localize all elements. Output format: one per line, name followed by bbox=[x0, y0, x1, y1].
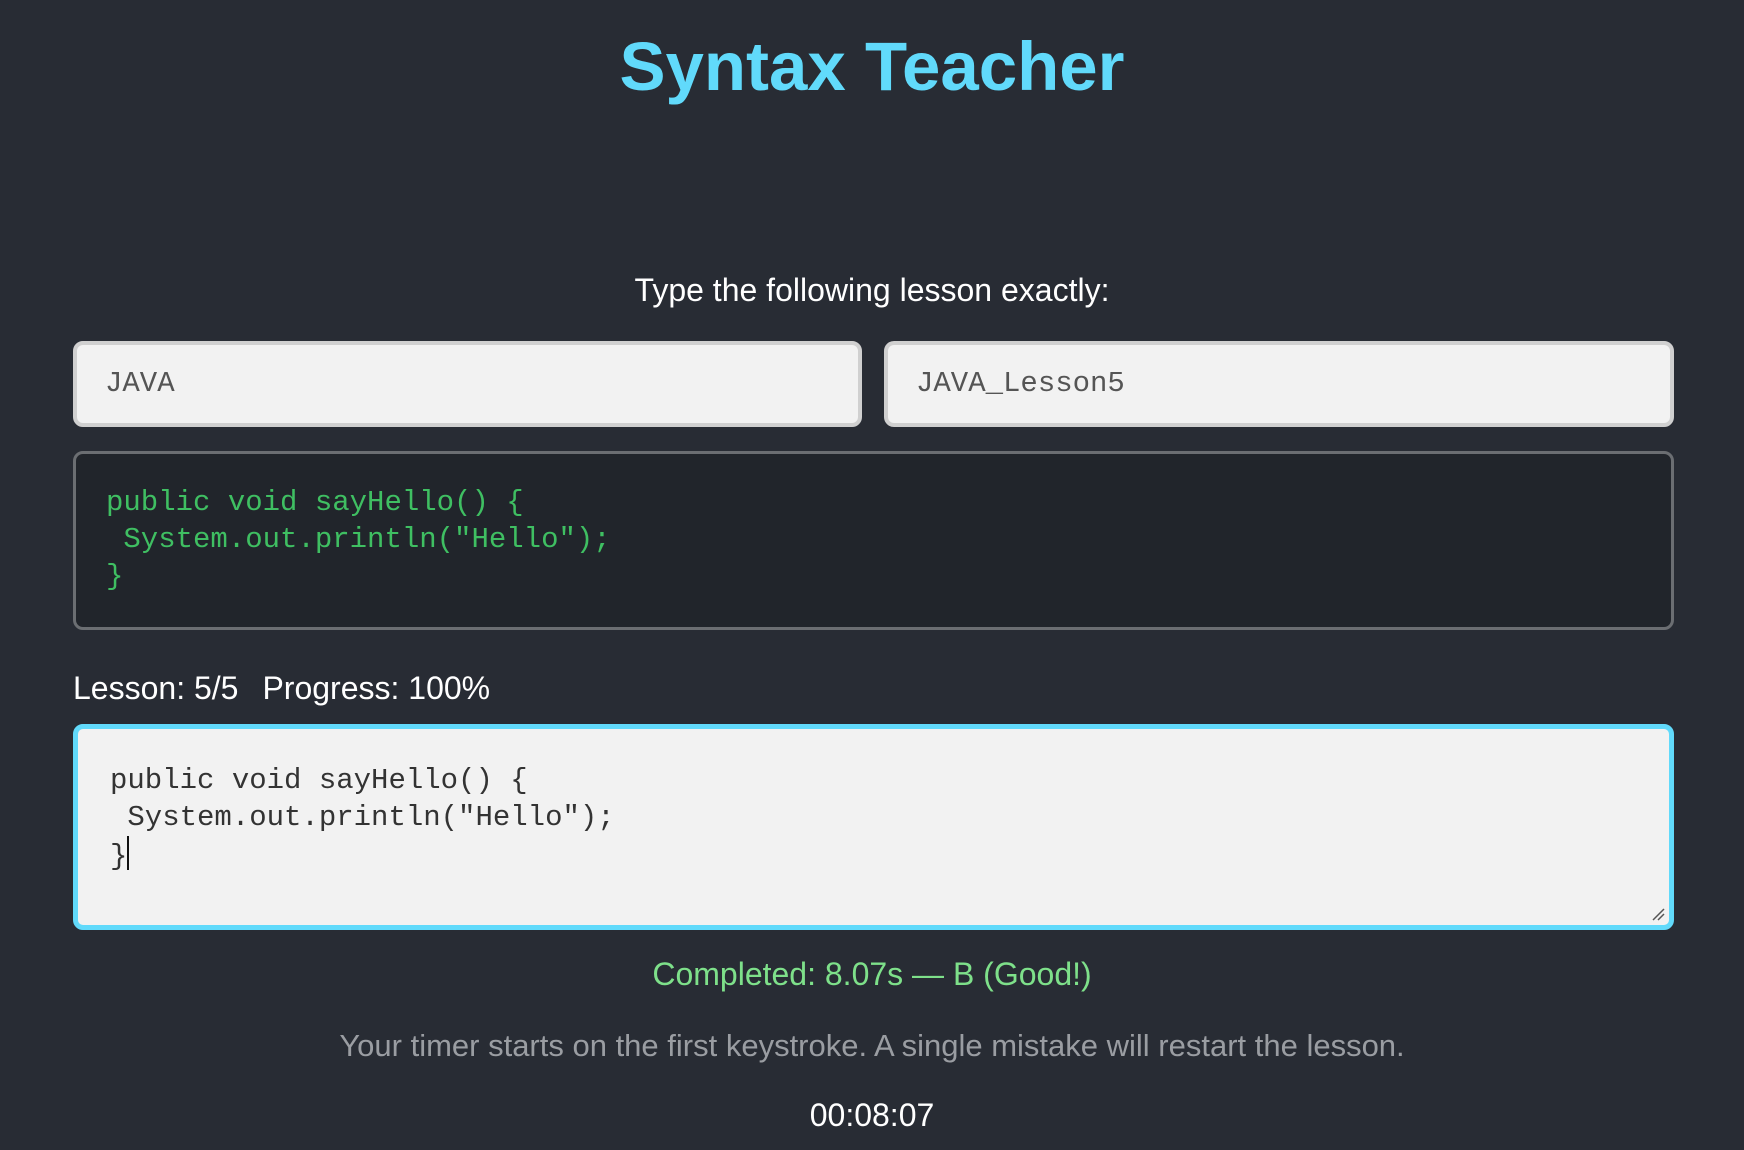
language-select[interactable]: JAVA bbox=[73, 341, 862, 427]
lesson-instruction: Type the following lesson exactly: bbox=[634, 272, 1110, 308]
resize-handle-icon[interactable] bbox=[1651, 907, 1665, 921]
lesson-select[interactable]: JAVA_Lesson5 bbox=[884, 341, 1674, 427]
typed-text: public void sayHello() { System.out.prin… bbox=[110, 764, 615, 873]
typing-input[interactable]: public void sayHello() { System.out.prin… bbox=[73, 724, 1674, 930]
timer-hint: Your timer starts on the first keystroke… bbox=[339, 1028, 1405, 1063]
completion-result: Completed: 8.07s — B (Good!) bbox=[652, 956, 1092, 992]
lesson-status: Lesson: 5/5 Progress: 100% bbox=[73, 668, 490, 708]
text-caret bbox=[127, 836, 130, 870]
lesson-counter: Lesson: 5/5 bbox=[73, 670, 239, 706]
page-title: Syntax Teacher bbox=[619, 28, 1125, 105]
lesson-code-display: public void sayHello() { System.out.prin… bbox=[73, 451, 1674, 630]
app-root: Syntax Teacher Type the following lesson… bbox=[0, 0, 1744, 1150]
progress-indicator: Progress: 100% bbox=[262, 670, 491, 706]
elapsed-timer: 00:08:07 bbox=[809, 1097, 935, 1133]
